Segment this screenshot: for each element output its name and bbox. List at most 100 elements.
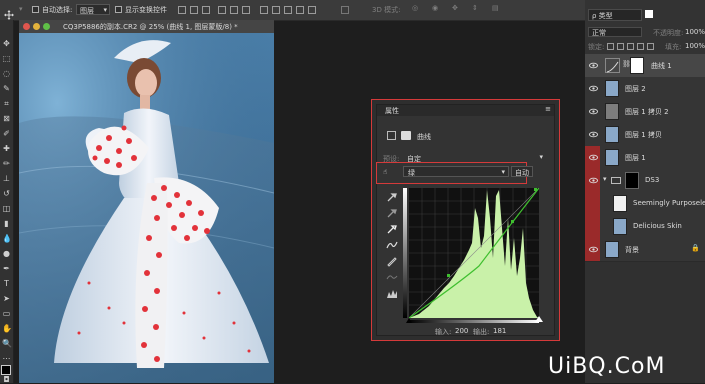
maximize-window-icon[interactable]: [43, 23, 50, 30]
foreground-color-swatch[interactable]: [1, 365, 11, 375]
output-value[interactable]: 181: [493, 327, 506, 335]
black-point-slider[interactable]: [406, 318, 412, 323]
blur-tool-icon[interactable]: 💧: [2, 235, 12, 243]
clipping-warning-icon[interactable]: [386, 287, 398, 299]
auto-align-icon[interactable]: [341, 6, 349, 14]
layer-row-delicious-skin[interactable]: Delicious Skin: [585, 215, 705, 239]
layer-row-curves-1[interactable]: ⛓ 曲线 1: [585, 54, 705, 78]
close-window-icon[interactable]: [23, 23, 30, 30]
group-expand-chevron-icon[interactable]: ▾: [603, 175, 607, 183]
fill-value[interactable]: 100%: [685, 42, 705, 50]
rectangle-tool-icon[interactable]: ▭: [2, 310, 11, 318]
curves-adjustment-icon[interactable]: [387, 131, 396, 140]
blend-mode-dropdown[interactable]: 正常: [588, 27, 642, 37]
curve-point-top[interactable]: [534, 188, 537, 191]
minimize-window-icon[interactable]: [33, 23, 40, 30]
3d-scale-icon[interactable]: ▤: [492, 4, 499, 12]
path-select-tool-icon[interactable]: ➤: [2, 295, 11, 303]
group-mask-thumb[interactable]: [625, 172, 639, 189]
visibility-eye-icon[interactable]: [589, 61, 598, 70]
distribute-right-icon[interactable]: [308, 6, 316, 14]
auto-select-checkbox[interactable]: [32, 6, 39, 13]
layer-row-layer-2[interactable]: 图层 2: [585, 77, 705, 101]
zoom-tool-icon[interactable]: 🔍: [2, 340, 12, 348]
document-tab-title[interactable]: CQ3P5886的副本.CR2 @ 25% (曲线 1, 图层蒙版/8) *: [63, 22, 238, 32]
pencil-draw-icon[interactable]: [386, 255, 398, 267]
opacity-value[interactable]: 100%: [685, 28, 705, 36]
eyedropper-tool-icon[interactable]: ✐: [2, 130, 11, 138]
align-top-icon[interactable]: [178, 6, 186, 14]
curve-edit-points-icon[interactable]: [386, 239, 398, 251]
history-brush-tool-icon[interactable]: ↺: [2, 190, 11, 198]
lock-image-icon[interactable]: [617, 43, 624, 50]
3d-pan-icon[interactable]: ✥: [452, 4, 458, 12]
layer-row-layer-1[interactable]: 图层 1: [585, 146, 705, 170]
lock-transparent-icon[interactable]: [607, 43, 614, 50]
layer-row-seemingly-purposeless[interactable]: Seemingly Purposele...: [585, 192, 705, 216]
layer-search-field[interactable]: ρ 类型: [588, 9, 642, 21]
auto-select-dropdown[interactable]: 图层 ▾: [76, 4, 110, 15]
smooth-curve-icon[interactable]: [386, 271, 398, 283]
gradient-tool-icon[interactable]: ▮: [2, 220, 11, 228]
lasso-tool-icon[interactable]: ◌: [2, 70, 11, 78]
align-right-icon[interactable]: [242, 6, 250, 14]
lock-position-icon[interactable]: [627, 43, 634, 50]
clone-stamp-tool-icon[interactable]: ⊥: [2, 175, 11, 183]
visibility-eye-icon[interactable]: [589, 107, 598, 116]
align-vcenter-icon[interactable]: [190, 6, 198, 14]
pen-tool-icon[interactable]: ✒: [2, 265, 11, 273]
document-canvas[interactable]: [19, 33, 274, 383]
align-bottom-icon[interactable]: [202, 6, 210, 14]
layer-row-layer-1-copy[interactable]: 图层 1 拷贝: [585, 123, 705, 147]
distribute-top-icon[interactable]: [260, 6, 268, 14]
eraser-tool-icon[interactable]: ◫: [2, 205, 11, 213]
layer-row-background[interactable]: 背景 🔒: [585, 238, 705, 262]
healing-brush-tool-icon[interactable]: ✚: [2, 145, 11, 153]
layer-mask-thumb[interactable]: [630, 57, 644, 74]
marquee-tool-icon[interactable]: ⬚: [2, 55, 11, 63]
hand-tool-icon[interactable]: ✋: [2, 325, 12, 333]
show-transform-checkbox[interactable]: [115, 6, 122, 13]
curves-graph[interactable]: [408, 187, 540, 319]
align-hcenter-icon[interactable]: [230, 6, 238, 14]
white-point-slider[interactable]: [535, 316, 543, 322]
lock-artboard-icon[interactable]: [637, 43, 644, 50]
visibility-eye-icon[interactable]: [589, 130, 598, 139]
properties-tab[interactable]: 属性: [385, 106, 399, 116]
more-tools-icon[interactable]: …: [2, 353, 11, 361]
3d-slide-icon[interactable]: ⇕: [472, 4, 478, 12]
crop-tool-icon[interactable]: ⌗: [2, 100, 11, 108]
quick-select-tool-icon[interactable]: ✎: [2, 85, 11, 93]
move-tool-icon[interactable]: ✥: [2, 40, 11, 48]
visibility-eye-icon[interactable]: [589, 245, 598, 254]
layer-row-layer-1-copy-2[interactable]: 图层 1 拷贝 2: [585, 100, 705, 124]
curve-point-high[interactable]: [511, 220, 514, 223]
channel-dropdown[interactable]: 绿 ▾: [403, 166, 509, 177]
distribute-left-icon[interactable]: [296, 6, 304, 14]
3d-roll-icon[interactable]: ◉: [432, 4, 438, 12]
layer-row-group-ds3[interactable]: ▾ DS3: [585, 169, 705, 193]
quick-mask-icon[interactable]: ◘: [2, 376, 11, 384]
visibility-eye-icon[interactable]: [589, 153, 598, 162]
visibility-eye-icon[interactable]: [589, 176, 598, 185]
align-left-icon[interactable]: [218, 6, 226, 14]
mask-icon[interactable]: [401, 131, 411, 140]
black-point-eyedropper-icon[interactable]: [386, 191, 398, 203]
input-value[interactable]: 200: [455, 327, 468, 335]
brush-tool-icon[interactable]: ✏: [2, 160, 11, 168]
move-tool-icon[interactable]: [4, 5, 14, 20]
lock-all-icon[interactable]: [647, 43, 654, 50]
curve-point-low[interactable]: [447, 274, 450, 277]
layer-filter-swatch[interactable]: [645, 10, 653, 18]
dodge-tool-icon[interactable]: ●: [2, 250, 11, 258]
frame-tool-icon[interactable]: ⊠: [2, 115, 11, 123]
visibility-eye-icon[interactable]: [589, 84, 598, 93]
gray-point-eyedropper-icon[interactable]: [386, 207, 398, 219]
type-tool-icon[interactable]: T: [2, 280, 11, 288]
tool-preset-chevron-icon[interactable]: ▾: [19, 5, 23, 13]
auto-button[interactable]: 自动: [511, 166, 533, 177]
target-adjust-hand-icon[interactable]: ☝: [383, 168, 387, 176]
panel-menu-icon[interactable]: ≡: [545, 105, 551, 113]
3d-orbit-icon[interactable]: ◎: [412, 4, 418, 12]
distribute-vcenter-icon[interactable]: [272, 6, 280, 14]
